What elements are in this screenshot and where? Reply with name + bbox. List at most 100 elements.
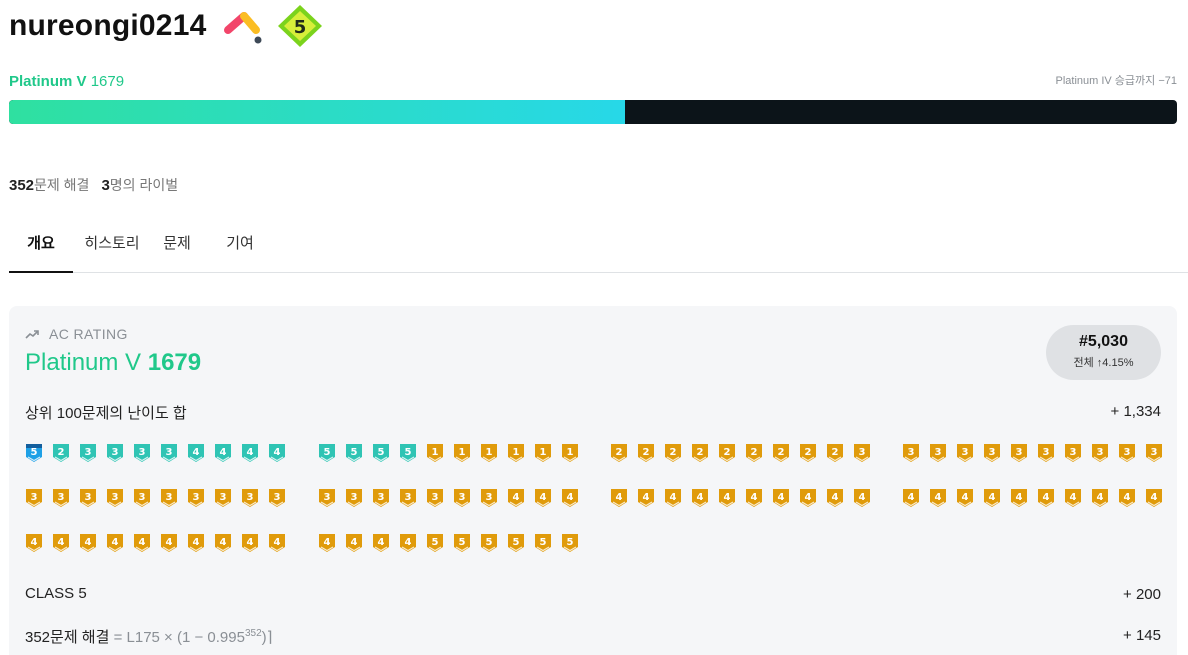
tier-badge-icon[interactable]: 4 — [52, 533, 70, 553]
tier-badge-icon[interactable]: 5 — [25, 443, 43, 463]
tier-badge-icon[interactable]: 4 — [745, 488, 763, 508]
tier-badge-icon[interactable]: 3 — [426, 488, 444, 508]
tier-badge-icon[interactable]: 2 — [826, 443, 844, 463]
tier-badge-icon[interactable]: 3 — [241, 488, 259, 508]
tier-badge-icon[interactable]: 3 — [480, 488, 498, 508]
tier-badge-icon[interactable]: 4 — [772, 488, 790, 508]
tier-badge-icon[interactable]: 4 — [1037, 488, 1055, 508]
tier-badge-icon[interactable]: 3 — [372, 488, 390, 508]
tier-badge-icon[interactable]: 4 — [1145, 488, 1163, 508]
tier-badge-icon[interactable]: 4 — [214, 443, 232, 463]
tier-badge-icon[interactable]: 4 — [399, 533, 417, 553]
tier-badge-icon[interactable]: 2 — [691, 443, 709, 463]
tier-badge-icon[interactable]: 4 — [1118, 488, 1136, 508]
tier-badge-icon[interactable]: 2 — [637, 443, 655, 463]
tier-badge-icon[interactable]: 3 — [1010, 443, 1028, 463]
tier-badge-icon[interactable]: 1 — [534, 443, 552, 463]
tier-badge-icon[interactable]: 1 — [453, 443, 471, 463]
tier-badge-icon[interactable]: 5 — [372, 443, 390, 463]
tier-badge-icon[interactable]: 5 — [426, 533, 444, 553]
tier-badge-icon[interactable]: 3 — [187, 488, 205, 508]
tier-badge-icon[interactable]: 3 — [106, 443, 124, 463]
tier-badge-icon[interactable]: 1 — [426, 443, 444, 463]
tier-badge-icon[interactable]: 3 — [79, 488, 97, 508]
tier-badge-icon[interactable]: 3 — [318, 488, 336, 508]
tier-badge-icon[interactable]: 3 — [1145, 443, 1163, 463]
tier-badge-icon[interactable]: 3 — [133, 488, 151, 508]
tier-badge-icon[interactable]: 4 — [318, 533, 336, 553]
tier-badge-icon[interactable]: 4 — [187, 443, 205, 463]
tier-badge-icon[interactable]: 3 — [52, 488, 70, 508]
tier-badge-icon[interactable]: 4 — [214, 533, 232, 553]
tier-badge-icon[interactable]: 4 — [718, 488, 736, 508]
tier-badge-icon[interactable]: 3 — [853, 443, 871, 463]
tier-badge-icon[interactable]: 4 — [956, 488, 974, 508]
tier-badge-icon[interactable]: 3 — [345, 488, 363, 508]
tier-badge-icon[interactable]: 4 — [691, 488, 709, 508]
tier-badge-icon[interactable]: 5 — [345, 443, 363, 463]
tier-badge-icon[interactable]: 4 — [1010, 488, 1028, 508]
class-badge-icon[interactable]: 5 — [276, 4, 324, 48]
tier-badge-icon[interactable]: 4 — [534, 488, 552, 508]
tier-badge-icon[interactable]: 1 — [561, 443, 579, 463]
tier-badge-icon[interactable]: 4 — [106, 533, 124, 553]
tier-badge-icon[interactable]: 3 — [160, 488, 178, 508]
tier-badge-icon[interactable]: 3 — [1037, 443, 1055, 463]
tier-badge-icon[interactable]: 4 — [25, 533, 43, 553]
tier-badge-icon[interactable]: 2 — [664, 443, 682, 463]
tab-overview[interactable]: 개요 — [9, 214, 73, 273]
tier-badge-icon[interactable]: 4 — [929, 488, 947, 508]
tier-badge-icon[interactable]: 3 — [1064, 443, 1082, 463]
tier-badge-icon[interactable]: 4 — [799, 488, 817, 508]
tier-badge-icon[interactable]: 3 — [983, 443, 1001, 463]
tier-badge-icon[interactable]: 4 — [637, 488, 655, 508]
tier-badge-icon[interactable]: 5 — [507, 533, 525, 553]
tier-badge-icon[interactable]: 4 — [268, 443, 286, 463]
tier-badge-icon[interactable]: 2 — [799, 443, 817, 463]
tier-badge-icon[interactable]: 4 — [345, 533, 363, 553]
tier-badge-icon[interactable]: 5 — [561, 533, 579, 553]
tier-badge-icon[interactable]: 3 — [956, 443, 974, 463]
tier-badge-icon[interactable]: 5 — [453, 533, 471, 553]
tier-badge-icon[interactable]: 4 — [826, 488, 844, 508]
tier-badge-icon[interactable]: 3 — [25, 488, 43, 508]
tier-badge-icon[interactable]: 2 — [772, 443, 790, 463]
tier-badge-icon[interactable]: 5 — [480, 533, 498, 553]
tier-badge-icon[interactable]: 4 — [561, 488, 579, 508]
tier-badge-icon[interactable]: 3 — [160, 443, 178, 463]
tier-badge-icon[interactable]: 3 — [453, 488, 471, 508]
tier-badge-icon[interactable]: 3 — [79, 443, 97, 463]
tier-badge-icon[interactable]: 4 — [507, 488, 525, 508]
tier-badge-icon[interactable]: 4 — [853, 488, 871, 508]
tier-badge-icon[interactable]: 4 — [133, 533, 151, 553]
tier-badge-icon[interactable]: 3 — [929, 443, 947, 463]
tier-badge-icon[interactable]: 1 — [507, 443, 525, 463]
tier-badge-icon[interactable]: 4 — [241, 533, 259, 553]
tier-badge-icon[interactable]: 4 — [1091, 488, 1109, 508]
tier-badge-icon[interactable]: 4 — [610, 488, 628, 508]
tier-badge-icon[interactable]: 3 — [214, 488, 232, 508]
tab-problems[interactable]: 문제 — [151, 214, 203, 272]
tier-badge-icon[interactable]: 3 — [1091, 443, 1109, 463]
tier-badge-icon[interactable]: 2 — [610, 443, 628, 463]
tier-badge-icon[interactable]: 3 — [106, 488, 124, 508]
tier-badge-icon[interactable]: 5 — [318, 443, 336, 463]
tab-history[interactable]: 히스토리 — [73, 214, 151, 272]
tier-badge-icon[interactable]: 4 — [187, 533, 205, 553]
tier-badge-icon[interactable]: 4 — [268, 533, 286, 553]
tier-badge-icon[interactable]: 2 — [52, 443, 70, 463]
tier-badge-icon[interactable]: 4 — [79, 533, 97, 553]
tier-badge-icon[interactable]: 4 — [1064, 488, 1082, 508]
tier-badge-icon[interactable]: 2 — [745, 443, 763, 463]
tier-badge-icon[interactable]: 3 — [902, 443, 920, 463]
tab-contributions[interactable]: 기여 — [203, 214, 277, 272]
tier-badge-icon[interactable]: 4 — [902, 488, 920, 508]
tier-badge-icon[interactable]: 1 — [480, 443, 498, 463]
tier-badge-icon[interactable]: 4 — [241, 443, 259, 463]
tier-badge-icon[interactable]: 3 — [399, 488, 417, 508]
tier-badge-icon[interactable]: 3 — [268, 488, 286, 508]
tier-badge-icon[interactable]: 3 — [1118, 443, 1136, 463]
tier-badge-icon[interactable]: 4 — [372, 533, 390, 553]
tier-badge-icon[interactable]: 5 — [534, 533, 552, 553]
tier-badge-icon[interactable]: 2 — [718, 443, 736, 463]
